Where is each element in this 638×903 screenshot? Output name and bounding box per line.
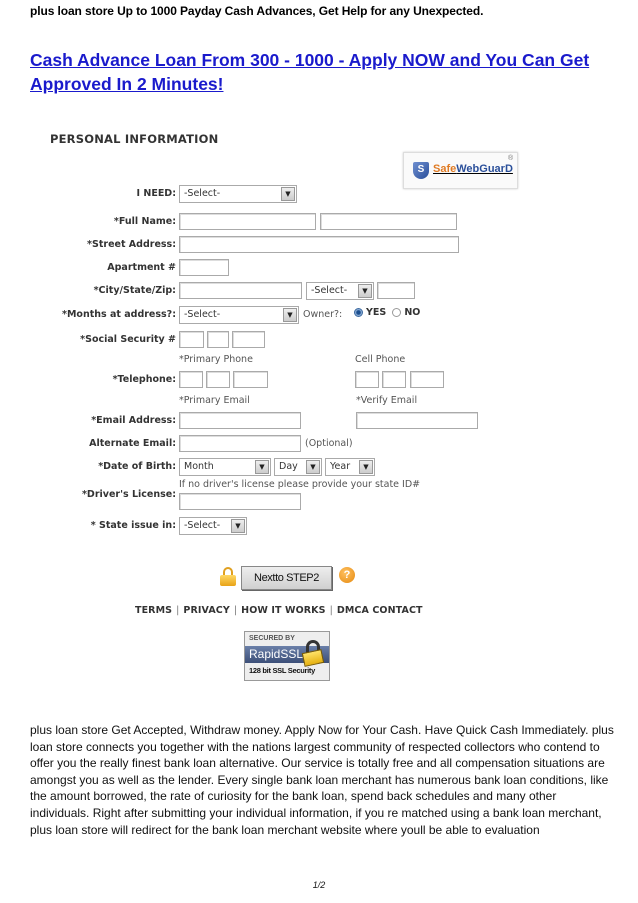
state-issue-value: -Select- <box>184 520 221 531</box>
months-select-value: -Select- <box>184 309 221 320</box>
shield-icon: S <box>413 162 429 179</box>
verify-email-label: *Verify Email <box>356 395 418 406</box>
state-select[interactable]: -Select- ▼ <box>306 282 374 300</box>
chevron-down-icon: ▼ <box>283 308 297 322</box>
optional-note: (Optional) <box>305 438 353 449</box>
help-icon[interactable]: ? <box>339 567 355 583</box>
dob-day-select[interactable]: Day ▼ <box>274 458 322 476</box>
phone-prefix-input[interactable] <box>206 371 230 388</box>
dob-year-value: Year <box>330 461 351 472</box>
chevron-down-icon: ▼ <box>358 284 372 298</box>
safe-text: Safe <box>433 163 457 175</box>
verify-email-input[interactable] <box>356 412 478 429</box>
owner-radio-group: YES NO <box>354 307 420 318</box>
chevron-down-icon: ▼ <box>359 460 373 474</box>
months-at-address-label: *Months at address?: <box>62 309 176 320</box>
ssl-secured-by: SECURED BY <box>249 635 295 642</box>
chevron-down-icon: ▼ <box>281 187 295 201</box>
owner-label: Owner?: <box>303 309 343 320</box>
zip-input[interactable] <box>377 282 415 299</box>
city-state-zip-label: *City/State/Zip: <box>93 285 176 296</box>
drivers-license-label: *Driver's License: <box>81 489 176 500</box>
chevron-down-icon: ▼ <box>255 460 269 474</box>
i-need-label: I NEED: <box>136 188 176 199</box>
ssn-part1-input[interactable] <box>179 331 204 348</box>
dob-day-value: Day <box>279 461 298 472</box>
phone-area-input[interactable] <box>179 371 203 388</box>
primary-phone-label: *Primary Phone <box>179 354 253 365</box>
safewebguard-badge: S SafeWebGuarD ® <box>403 152 518 189</box>
registered-mark: ® <box>508 155 514 162</box>
city-input[interactable] <box>179 282 302 299</box>
safewebguard-logo-text: SafeWebGuarD <box>433 163 513 175</box>
state-select-value: -Select- <box>311 285 348 296</box>
primary-email-label: *Primary Email <box>179 395 250 406</box>
street-address-input[interactable] <box>179 236 459 253</box>
phone-line-input[interactable] <box>233 371 268 388</box>
cell-prefix-input[interactable] <box>382 371 406 388</box>
first-name-input[interactable] <box>179 213 316 230</box>
webguard-text: WebGuarD <box>456 163 513 175</box>
separator: | <box>176 605 180 616</box>
street-address-label: *Street Address: <box>87 239 176 250</box>
drivers-license-input[interactable] <box>179 493 301 510</box>
dob-year-select[interactable]: Year ▼ <box>325 458 375 476</box>
apartment-input[interactable] <box>179 259 229 276</box>
last-name-input[interactable] <box>320 213 457 230</box>
privacy-link[interactable]: PRIVACY <box>183 605 229 616</box>
state-issue-label: * State issue in: <box>90 520 176 531</box>
dmca-contact-link[interactable]: DMCA CONTACT <box>337 605 423 616</box>
drivers-license-hint: If no driver's license please provide yo… <box>179 479 421 490</box>
state-issue-select[interactable]: -Select- ▼ <box>179 517 247 535</box>
separator: | <box>329 605 333 616</box>
ssn-part3-input[interactable] <box>232 331 265 348</box>
lock-icon <box>220 567 236 586</box>
terms-link[interactable]: TERMS <box>135 605 172 616</box>
apartment-label: Apartment # <box>107 262 176 273</box>
cell-area-input[interactable] <box>355 371 379 388</box>
document-header: plus loan store Up to 1000 Payday Cash A… <box>30 4 484 18</box>
cell-phone-label: Cell Phone <box>355 354 406 365</box>
body-paragraph: plus loan store Get Accepted, Withdraw m… <box>30 723 614 837</box>
ssl-security-level: 128 bit SSL Security <box>249 666 315 675</box>
headline-link[interactable]: Cash Advance Loan From 300 - 1000 - Appl… <box>30 48 610 96</box>
next-step-button[interactable]: Nextto STEP2 <box>241 566 332 590</box>
ssn-part2-input[interactable] <box>207 331 229 348</box>
email-address-label: *Email Address: <box>91 415 176 426</box>
rapidssl-badge: SECURED BY RapidSSL 128 bit SSL Security <box>244 631 330 681</box>
owner-no-label: NO <box>404 307 421 318</box>
separator: | <box>233 605 238 616</box>
owner-no-radio[interactable] <box>392 308 402 317</box>
cell-line-input[interactable] <box>410 371 444 388</box>
owner-yes-label: YES <box>366 307 387 318</box>
dob-month-select[interactable]: Month ▼ <box>179 458 271 476</box>
full-name-label: *Full Name: <box>113 216 176 227</box>
how-it-works-link[interactable]: HOW IT WORKS <box>241 605 325 616</box>
alternate-email-label: Alternate Email: <box>89 438 176 449</box>
ssn-label: *Social Security # <box>80 334 176 345</box>
dob-month-value: Month <box>184 461 214 472</box>
i-need-select[interactable]: -Select- ▼ <box>179 185 297 203</box>
page-number: 1/2 <box>312 880 326 890</box>
alternate-email-input[interactable] <box>179 435 301 452</box>
owner-yes-radio[interactable] <box>354 308 363 317</box>
chevron-down-icon: ▼ <box>306 460 320 474</box>
months-at-address-select[interactable]: -Select- ▼ <box>179 306 299 324</box>
section-title: PERSONAL INFORMATION <box>50 132 219 146</box>
telephone-label: *Telephone: <box>112 374 176 385</box>
padlock-icon <box>301 640 325 667</box>
dob-label: *Date of Birth: <box>98 461 176 472</box>
chevron-down-icon: ▼ <box>231 519 245 533</box>
loan-application-form: PERSONAL INFORMATION S SafeWebGuarD ® I … <box>30 115 590 690</box>
i-need-value: -Select- <box>184 188 221 199</box>
primary-email-input[interactable] <box>179 412 301 429</box>
footer-links: TERMS | PRIVACY | HOW IT WORKS | DMCA CONTACT <box>135 605 423 616</box>
